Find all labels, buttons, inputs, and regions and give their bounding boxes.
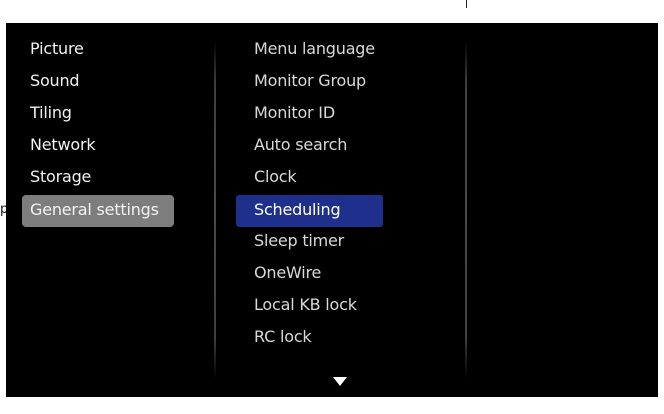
osd-menu-screen: Picture Sound Tiling Network Storage Gen… [6, 23, 658, 397]
submenu-item-monitor-id[interactable]: Monitor ID [236, 99, 383, 131]
menu-item-general-settings[interactable]: General settings [22, 195, 174, 227]
submenu-item-scheduling[interactable]: Scheduling [236, 195, 383, 227]
scroll-down-icon[interactable] [333, 377, 347, 386]
submenu-item-rc-lock[interactable]: RC lock [236, 323, 383, 355]
submenu-item-local-kb-lock[interactable]: Local KB lock [236, 291, 383, 323]
submenu-item-monitor-group[interactable]: Monitor Group [236, 67, 383, 99]
submenu-item-menu-language[interactable]: Menu language [236, 35, 383, 67]
menu-item-picture[interactable]: Picture [22, 35, 174, 67]
menu-divider-left [214, 41, 216, 379]
menu-item-sound[interactable]: Sound [22, 67, 174, 99]
submenu-item-onewire[interactable]: OneWire [236, 259, 383, 291]
submenu-item-sleep-timer[interactable]: Sleep timer [236, 227, 383, 259]
menu-item-storage[interactable]: Storage [22, 163, 174, 195]
menu-divider-right [465, 41, 467, 379]
submenu-item-auto-search[interactable]: Auto search [236, 131, 383, 163]
menu-item-network[interactable]: Network [22, 131, 174, 163]
submenu-item-clock[interactable]: Clock [236, 163, 383, 195]
main-menu: Picture Sound Tiling Network Storage Gen… [22, 35, 174, 227]
general-settings-submenu: Menu language Monitor Group Monitor ID A… [236, 35, 383, 355]
menu-item-tiling[interactable]: Tiling [22, 99, 174, 131]
top-edge-tick [466, 0, 467, 8]
